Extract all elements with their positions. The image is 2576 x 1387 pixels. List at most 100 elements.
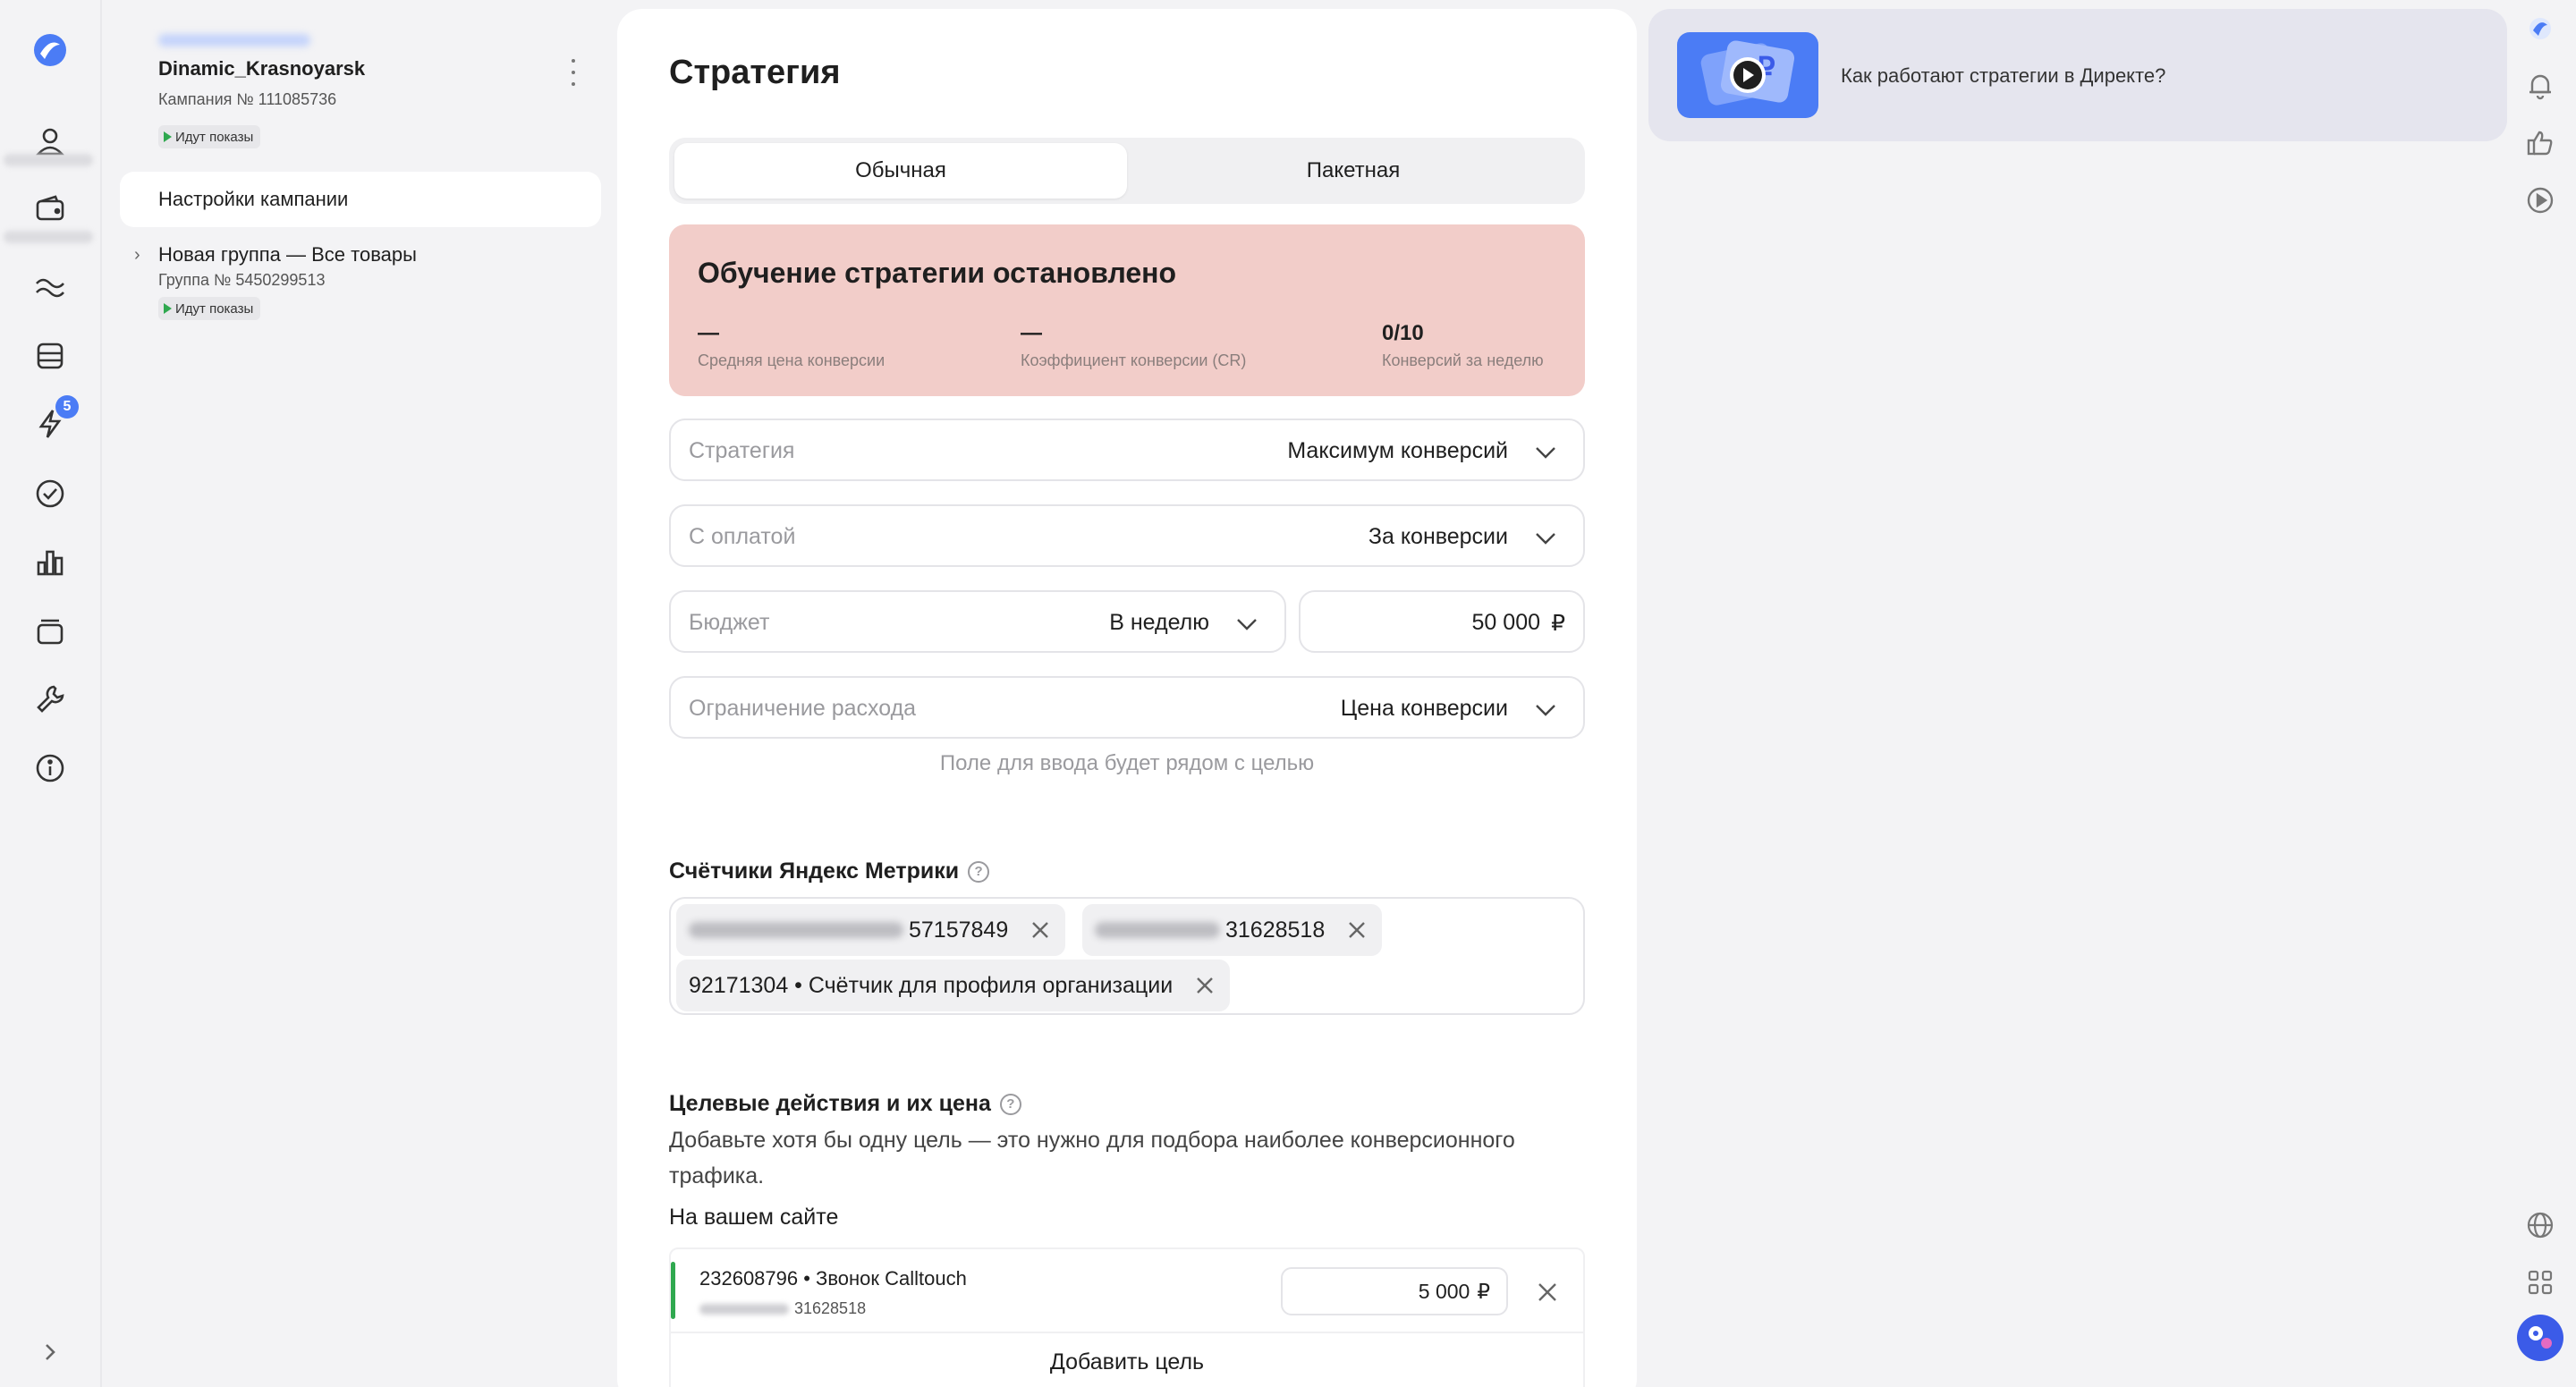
tab-regular[interactable]: Обычная (674, 143, 1127, 199)
strategy-select-value: Максимум конверсий (1287, 438, 1508, 463)
wallet-icon[interactable] (30, 190, 70, 229)
mascot-icon[interactable] (2524, 13, 2560, 48)
group-status-badge: Идут показы (158, 297, 261, 320)
learning-stopped-alert: Обучение стратегии остановлено — Средняя… (669, 224, 1585, 396)
budget-amount-input[interactable]: 50 000 ₽ (1299, 590, 1585, 653)
globe-icon[interactable] (2524, 1209, 2560, 1245)
goals-title: Целевые действия и их цена (669, 1091, 991, 1116)
alert-title: Обучение стратегии остановлено (698, 257, 1177, 289)
campaign-status-text: Идут показы (175, 129, 254, 145)
goal-price-value: 5 000 (1418, 1279, 1470, 1303)
budget-amount-value: 50 000 (1471, 610, 1540, 635)
tree-item-label: Настройки кампании (158, 188, 349, 210)
video-thumbnail: ₽ (1677, 32, 1818, 118)
campaign-number: Кампания № 111085736 (158, 90, 337, 108)
counter-name-blurred (1095, 922, 1220, 938)
campaign-status-badge: Идут показы (158, 125, 261, 148)
group-status-text: Идут показы (175, 300, 254, 317)
apps-grid-icon[interactable] (2524, 1266, 2560, 1302)
library-icon[interactable] (30, 612, 70, 651)
avg-conversion-price-label: Средняя цена конверсии (698, 351, 886, 369)
conversion-rate-value: — (1021, 321, 1042, 345)
metrika-counters-field[interactable]: 57157849 31628518 92171304 • Счётчик для… (669, 897, 1585, 1015)
counter-chip: 31628518 (1082, 904, 1383, 956)
group-name[interactable]: Новая группа — Все товары (158, 243, 417, 266)
help-question-icon[interactable]: ? (999, 1093, 1021, 1115)
strategy-type-switch: Обычная Пакетная (669, 138, 1585, 204)
chevron-down-icon (1533, 698, 1558, 723)
tab-package[interactable]: Пакетная (1127, 143, 1580, 199)
tree-item-campaign-settings[interactable]: Настройки кампании (120, 172, 601, 227)
help-video-title: Как работают стратегии в Директе? (1841, 64, 2166, 87)
metrika-counters-title: Счётчики Яндекс Метрики (669, 858, 960, 884)
spend-limit-value: Цена конверсии (1340, 696, 1508, 721)
remove-goal-icon[interactable] (1533, 1278, 1562, 1307)
goals-heading: Целевые действия и их цена ? (669, 1091, 1021, 1117)
payment-select-value: За конверсии (1368, 524, 1508, 549)
chevron-down-icon (1234, 612, 1259, 637)
chevron-right-icon[interactable]: › (134, 245, 140, 266)
goal-name: 232608796 • Звонок Calltouch (699, 1267, 967, 1290)
help-video-card[interactable]: ₽ Как работают стратегии в Директе? (1648, 9, 2507, 141)
wrench-icon[interactable] (30, 680, 70, 719)
goal-counter-id: 31628518 (794, 1299, 867, 1317)
counter-chip-text: 57157849 (909, 917, 1009, 943)
goal-counter-name-blurred (699, 1303, 789, 1315)
add-goal-button[interactable]: Добавить цель (669, 1333, 1585, 1387)
campaigns-icon[interactable] (30, 336, 70, 376)
strategy-select[interactable]: Стратегия Максимум конверсий (669, 419, 1585, 481)
more-menu-icon[interactable] (567, 59, 580, 86)
spend-limit-label: Ограничение расхода (689, 696, 917, 721)
group-number: Группа № 5450299513 (158, 271, 326, 289)
logo-icon[interactable] (30, 30, 70, 70)
icon-rail: 5 (0, 0, 102, 1387)
counter-name-blurred (689, 922, 903, 938)
remove-counter-icon[interactable] (1192, 973, 1217, 998)
chevron-down-icon (1533, 440, 1558, 465)
goal-price-input[interactable]: 5 000 ₽ (1281, 1267, 1508, 1315)
goal-row: 232608796 • Звонок Calltouch 31628518 5 … (669, 1247, 1585, 1333)
goal-status-bar (671, 1262, 675, 1319)
payment-select-label: С оплатой (689, 524, 796, 549)
spend-limit-hint: Поле для ввода будет рядом с целью (939, 751, 1315, 775)
campaign-name[interactable]: Dinamic_Krasnoyarsk (158, 57, 365, 80)
check-circle-icon[interactable] (30, 474, 70, 513)
avg-conversion-price-value: — (698, 321, 719, 345)
weekly-conversions-label: Конверсий за неделю (1382, 351, 1544, 369)
budget-currency: ₽ (1551, 611, 1565, 636)
strategy-panel: Стратегия Обычная Пакетная Обучение стра… (617, 9, 1637, 1387)
profile-label-blurred (4, 154, 93, 166)
chevron-down-icon (1533, 526, 1558, 551)
play-icon (164, 131, 172, 142)
spend-limit-select[interactable]: Ограничение расхода Цена конверсии (669, 676, 1585, 739)
remove-counter-icon[interactable] (1344, 918, 1369, 943)
play-circle-icon[interactable] (2524, 184, 2560, 220)
conversion-rate-label: Коэффициент конверсии (CR) (1021, 351, 1247, 369)
remove-counter-icon[interactable] (1028, 918, 1053, 943)
play-icon (164, 303, 172, 314)
on-site-label: На вашем сайте (669, 1205, 839, 1230)
help-question-icon[interactable]: ? (968, 860, 990, 883)
budget-period-select[interactable]: Бюджет В неделю (669, 590, 1286, 653)
goals-description: Добавьте хотя бы одну цель — это нужно д… (669, 1128, 1515, 1188)
info-icon[interactable] (30, 748, 70, 788)
bell-icon[interactable] (2524, 70, 2560, 106)
campaign-tree: Dinamic_Krasnoyarsk Кампания № 111085736… (102, 0, 612, 1387)
budget-period-value: В неделю (1109, 610, 1209, 635)
counter-chip: 92171304 • Счётчик для профиля организац… (676, 960, 1231, 1011)
goal-price-currency: ₽ (1477, 1279, 1490, 1303)
assistant-icon[interactable] (2517, 1315, 2563, 1361)
budget-label: Бюджет (689, 610, 770, 635)
counter-chip-text: 31628518 (1225, 917, 1326, 943)
bar-chart-icon[interactable] (30, 543, 70, 582)
goal-counter: 31628518 (699, 1299, 866, 1318)
account-name-blurred (158, 34, 310, 47)
wave-icon[interactable] (30, 267, 70, 307)
expand-icon[interactable] (30, 1332, 70, 1372)
payment-select[interactable]: С оплатой За конверсии (669, 504, 1585, 567)
counter-chip-text: 92171304 • Счётчик для профиля организац… (689, 972, 1174, 998)
page-title: Стратегия (669, 54, 841, 91)
metrika-counters-heading: Счётчики Яндекс Метрики ? (669, 858, 990, 884)
strategy-select-label: Стратегия (689, 438, 795, 463)
thumbs-up-icon[interactable] (2524, 127, 2560, 163)
